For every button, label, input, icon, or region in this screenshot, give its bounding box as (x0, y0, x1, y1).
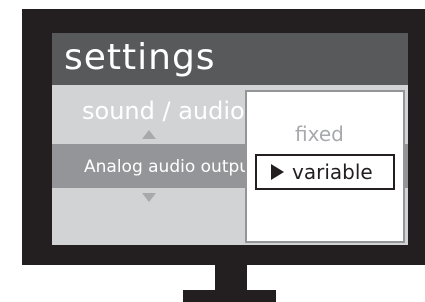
monitor-stand-base (183, 290, 276, 302)
triangle-up-icon[interactable] (142, 130, 156, 139)
title-bar: settings (52, 33, 408, 85)
monitor-stand-neck (215, 265, 247, 291)
option-variable-selected[interactable]: variable (255, 154, 395, 190)
section-label: sound / audio (82, 97, 245, 125)
tv-screen: settings sound / audio Analog audio outp… (52, 33, 408, 245)
page-title: settings (64, 37, 216, 78)
option-fixed[interactable]: fixed (295, 122, 344, 146)
option-variable-label: variable (292, 160, 373, 184)
options-popup: fixed variable (245, 90, 405, 243)
menu-item-label[interactable]: Analog audio output (84, 157, 257, 177)
play-triangle-icon (271, 164, 284, 180)
triangle-down-icon[interactable] (142, 193, 156, 202)
